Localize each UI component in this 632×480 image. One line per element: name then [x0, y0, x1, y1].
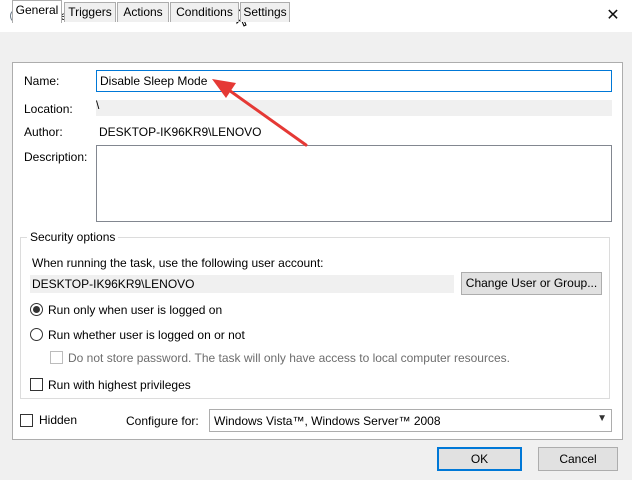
- description-label: Description:: [24, 150, 88, 164]
- do-not-store-password-label: Do not store password. The task will onl…: [68, 351, 510, 365]
- name-input[interactable]: Disable Sleep Mode: [96, 70, 612, 92]
- configure-for-value: Windows Vista™, Windows Server™ 2008: [214, 414, 441, 428]
- close-icon[interactable]: ✕: [600, 3, 626, 27]
- hidden-checkbox[interactable]: [20, 414, 33, 427]
- location-label: Location:: [24, 102, 73, 116]
- cancel-button[interactable]: Cancel: [538, 447, 618, 471]
- hidden-label[interactable]: Hidden: [39, 413, 77, 427]
- configure-for-label: Configure for:: [126, 414, 199, 428]
- location-value: \: [96, 98, 100, 112]
- tab-settings[interactable]: Settings: [240, 2, 290, 22]
- user-account-field: DESKTOP-IK96KR9\LENOVO: [30, 275, 454, 293]
- description-textarea[interactable]: [96, 145, 612, 222]
- run-logged-on-radio[interactable]: [30, 303, 43, 316]
- user-account-value: DESKTOP-IK96KR9\LENOVO: [32, 277, 195, 291]
- run-whether-logged-on-label[interactable]: Run whether user is logged on or not: [48, 328, 245, 342]
- highest-privileges-label[interactable]: Run with highest privileges: [48, 378, 191, 392]
- ok-button[interactable]: OK: [437, 447, 522, 471]
- run-logged-on-label[interactable]: Run only when user is logged on: [48, 303, 222, 317]
- location-field: \: [96, 98, 612, 116]
- run-whether-logged-on-radio[interactable]: [30, 328, 43, 341]
- account-prompt: When running the task, use the following…: [32, 256, 324, 270]
- do-not-store-password-checkbox: [50, 351, 63, 364]
- security-options-legend: Security options: [27, 230, 119, 244]
- change-user-button[interactable]: Change User or Group...: [461, 272, 602, 295]
- author-value: DESKTOP-IK96KR9\LENOVO: [99, 125, 262, 139]
- chevron-down-icon: ▼: [597, 413, 607, 424]
- configure-for-dropdown[interactable]: Windows Vista™, Windows Server™ 2008 ▼: [209, 409, 612, 432]
- tab-general[interactable]: General: [12, 0, 62, 23]
- tab-conditions[interactable]: Conditions: [170, 2, 239, 22]
- highest-privileges-checkbox[interactable]: [30, 378, 43, 391]
- author-label: Author:: [24, 125, 63, 139]
- tab-triggers[interactable]: Triggers: [64, 2, 116, 22]
- name-label: Name:: [24, 74, 60, 88]
- tab-actions[interactable]: Actions: [117, 2, 169, 22]
- radio-selected-dot: [33, 306, 40, 313]
